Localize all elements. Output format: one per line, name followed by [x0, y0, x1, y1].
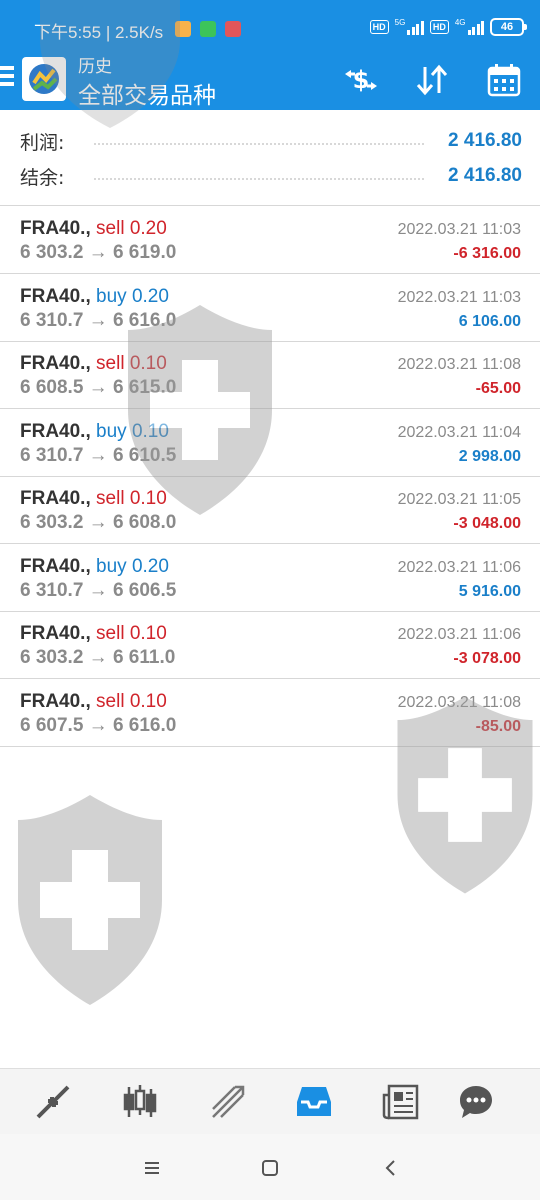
profit-row: 利润: 2 416.80 — [20, 124, 522, 158]
deal-prices: 6 303.2 → 6 608.0 — [20, 512, 177, 533]
deal-side: buy 0.10 — [96, 421, 169, 442]
signal-icon — [407, 20, 424, 35]
deal-datetime: 2022.03.21 11:08 — [397, 694, 521, 711]
hamburger-menu-icon[interactable] — [0, 66, 14, 90]
deal-profit: -3 048.00 — [453, 515, 521, 532]
deal-side: sell 0.20 — [96, 218, 167, 239]
deal-symbol: FRA40., — [20, 488, 91, 509]
deal-profit: 6 106.00 — [458, 313, 521, 330]
deal-datetime: 2022.03.21 11:06 — [397, 559, 521, 576]
app-header: 下午5:55 | 2.5K/s HD 5G HD 4G 46 历史 全部交易品种… — [0, 0, 540, 110]
deal-profit: 2 998.00 — [458, 448, 521, 465]
deal-prices: 6 303.2 → 6 619.0 — [20, 242, 177, 263]
deal-row[interactable]: FRA40., sell 0.10 6 303.2 → 6 611.0 2022… — [0, 612, 540, 679]
header-subtitle: 历史 — [78, 57, 112, 77]
trade-icon[interactable] — [208, 1082, 248, 1122]
recent-apps-icon[interactable] — [140, 1156, 164, 1180]
battery-icon: 46 — [490, 18, 527, 36]
svg-text:$: $ — [353, 66, 370, 94]
balance-value: 2 416.80 — [448, 165, 522, 186]
metatrader-logo-icon[interactable] — [22, 57, 66, 101]
home-icon[interactable] — [258, 1156, 282, 1180]
calendar-icon[interactable] — [482, 58, 526, 102]
back-icon[interactable] — [378, 1156, 402, 1180]
deal-datetime: 2022.03.21 11:08 — [397, 356, 521, 373]
deal-row[interactable]: FRA40., buy 0.20 6 310.7 → 6 606.5 2022.… — [0, 545, 540, 612]
deal-symbol: FRA40., — [20, 691, 91, 712]
balance-label: 结余: — [20, 166, 65, 189]
news-icon[interactable] — [381, 1082, 421, 1122]
profit-label: 利润: — [20, 131, 65, 154]
deal-side: buy 0.20 — [96, 556, 169, 577]
deal-datetime: 2022.03.21 11:06 — [397, 626, 521, 643]
signal-icon — [467, 20, 484, 35]
deal-row[interactable]: FRA40., sell 0.10 6 303.2 → 6 608.0 2022… — [0, 477, 540, 544]
status-bar: 下午5:55 | 2.5K/s HD 5G HD 4G 46 — [0, 0, 540, 50]
notification-map-icon — [225, 21, 241, 37]
bottom-navigation — [0, 1068, 540, 1134]
deal-symbol: FRA40., — [20, 353, 91, 374]
sort-arrows-icon[interactable] — [410, 58, 454, 102]
deal-datetime: 2022.03.21 11:04 — [397, 424, 521, 441]
profit-value: 2 416.80 — [448, 130, 522, 151]
deal-symbol: FRA40., — [20, 218, 91, 239]
deal-side: sell 0.10 — [96, 488, 167, 509]
deal-side: sell 0.10 — [96, 691, 167, 712]
deal-profit: -6 316.00 — [453, 245, 521, 262]
deal-row[interactable]: FRA40., sell 0.10 6 608.5 → 6 615.0 2022… — [0, 342, 540, 409]
deal-symbol: FRA40., — [20, 556, 91, 577]
deal-side: sell 0.10 — [96, 623, 167, 644]
deal-prices: 6 310.7 → 6 610.5 — [20, 445, 177, 466]
deal-row[interactable]: FRA40., buy 0.10 6 310.7 → 6 610.5 2022.… — [0, 410, 540, 477]
system-navigation-bar — [0, 1134, 540, 1200]
deal-profit: -65.00 — [475, 380, 521, 397]
deal-symbol: FRA40., — [20, 421, 91, 442]
deal-datetime: 2022.03.21 11:03 — [397, 221, 521, 238]
dotted-leader — [94, 143, 425, 145]
chart-candles-icon[interactable] — [120, 1082, 160, 1122]
deal-side: buy 0.20 — [96, 286, 169, 307]
deal-row[interactable]: FRA40., sell 0.20 6 303.2 → 6 619.0 2022… — [0, 207, 540, 274]
deal-profit: 5 916.00 — [458, 583, 521, 600]
deal-datetime: 2022.03.21 11:05 — [397, 491, 521, 508]
deal-profit: -3 078.00 — [453, 650, 521, 667]
header-title[interactable]: 全部交易品种 — [78, 76, 216, 110]
network-type-label: 4G — [454, 17, 466, 27]
deal-prices: 6 608.5 → 6 615.0 — [20, 377, 177, 398]
notification-app-icon — [200, 21, 216, 37]
deal-prices: 6 607.5 → 6 616.0 — [20, 715, 177, 736]
network-type-label: 5G — [394, 17, 406, 27]
deal-prices: 6 310.7 → 6 616.0 — [20, 310, 177, 331]
status-time: 下午5:55 | 2.5K/s — [34, 23, 164, 42]
hd-badge: HD — [369, 20, 389, 34]
dotted-leader — [94, 178, 425, 180]
deal-row[interactable]: FRA40., sell 0.10 6 607.5 → 6 616.0 2022… — [0, 680, 540, 747]
deal-prices: 6 303.2 → 6 611.0 — [20, 647, 176, 668]
notification-message-icon — [175, 21, 191, 37]
deal-symbol: FRA40., — [20, 623, 91, 644]
deal-row[interactable]: FRA40., buy 0.20 6 310.7 → 6 616.0 2022.… — [0, 275, 540, 342]
history-inbox-icon[interactable] — [294, 1082, 334, 1122]
balance-row: 结余: 2 416.80 — [20, 159, 522, 193]
quotes-icon[interactable] — [33, 1082, 73, 1122]
chat-icon[interactable] — [456, 1082, 496, 1122]
shield-watermark-icon — [18, 795, 162, 1005]
deal-datetime: 2022.03.21 11:03 — [397, 289, 521, 306]
hd-badge: HD — [429, 20, 449, 34]
currency-swap-icon[interactable]: $ — [339, 58, 383, 102]
deal-side: sell 0.10 — [96, 353, 167, 374]
deal-symbol: FRA40., — [20, 286, 91, 307]
account-summary: 利润: 2 416.80 结余: 2 416.80 — [0, 110, 540, 206]
deal-prices: 6 310.7 → 6 606.5 — [20, 580, 177, 601]
deal-profit: -85.00 — [475, 718, 521, 735]
